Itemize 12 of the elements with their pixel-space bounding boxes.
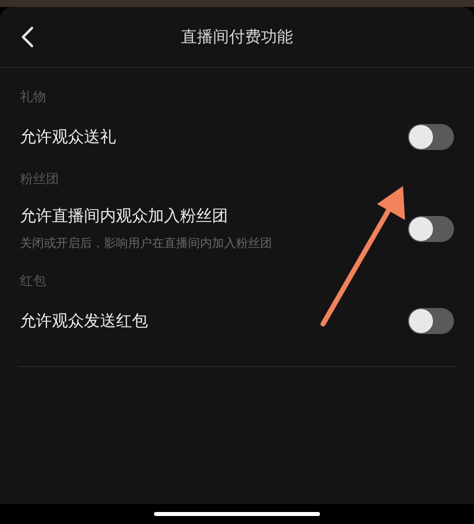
toggle-switch[interactable] [408, 124, 454, 150]
toggle-switch[interactable] [408, 216, 454, 242]
section-heading: 礼物 [20, 89, 47, 106]
section-heading: 粉丝团 [20, 171, 60, 188]
section-heading: 红包 [20, 273, 47, 290]
setting-description: 关闭或开启后，影响用户在直播间内加入粉丝团 [20, 235, 272, 252]
setting-label: 允许观众发送红包 [20, 310, 148, 332]
back-icon[interactable] [20, 26, 34, 48]
setting-label: 允许直播间内观众加入粉丝团 [20, 206, 229, 227]
setting-label: 允许观众送礼 [20, 126, 116, 148]
page-title: 直播间付费功能 [181, 26, 293, 48]
toggle-switch[interactable] [408, 308, 454, 334]
